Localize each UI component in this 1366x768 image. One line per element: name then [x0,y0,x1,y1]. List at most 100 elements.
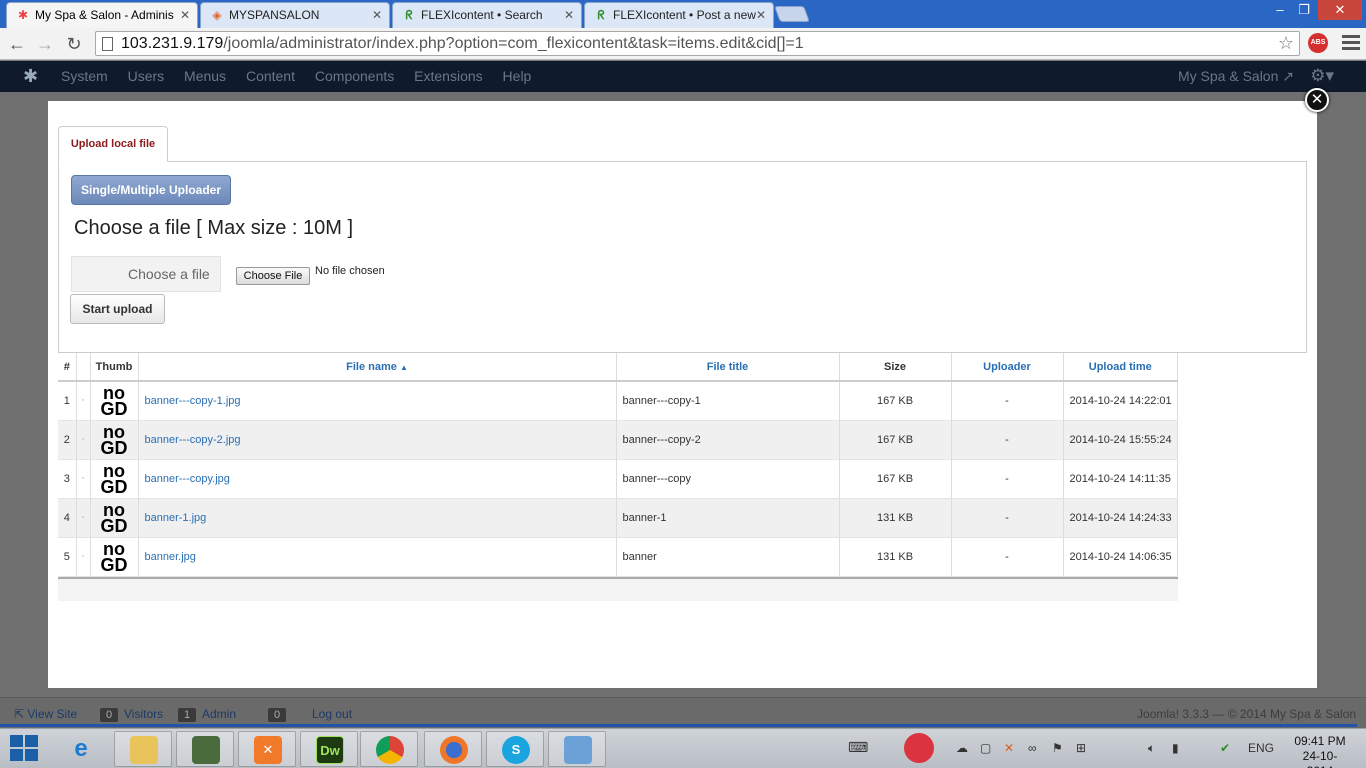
url-text[interactable]: 103.231.9.179/joomla/administrator/index… [121,34,804,54]
menu-menus[interactable]: Menus [184,68,226,84]
tab-upload-local-file[interactable]: Upload local file [58,126,168,162]
tray-app-icon[interactable]: ▢ [980,741,991,755]
file-name-link[interactable]: banner-1.jpg [138,498,617,538]
close-tab-icon[interactable]: ✕ [756,3,766,27]
col-filetitle-sort[interactable]: File title [616,353,840,382]
xampp-tray-icon[interactable]: ✕ [1004,741,1014,755]
taskbar-xampp[interactable]: ✕ [238,731,296,767]
browser-tab-myspansalon[interactable]: ◈ MYSPANSALON ✕ [200,2,390,28]
file-status-text: No file chosen [315,265,385,277]
footer-copyright: Joomla! 3.3.3 — © 2014 My Spa & Salon [1137,707,1356,721]
close-tab-icon[interactable]: ✕ [180,3,190,27]
row-select-icon[interactable]: ▫ [76,420,91,460]
language-indicator[interactable]: ENG [1248,741,1274,755]
row-select-icon[interactable]: ▫ [76,537,91,577]
view-site-link[interactable]: ⇱ View Site [14,707,77,721]
shield-icon[interactable]: ✔ [1220,741,1230,755]
windows-start-icon[interactable] [10,735,40,763]
taskbar-network-tool[interactable] [176,731,234,767]
volume-icon[interactable]: 🔈︎ [1148,741,1155,756]
forward-arrow-icon[interactable]: → [34,33,56,55]
keyboard-icon[interactable]: ⌨ [848,739,868,756]
alert-app-icon[interactable] [904,733,934,763]
visitors-count: 0 [100,708,118,722]
logout-link[interactable]: 0 Log out [268,707,352,722]
new-tab-button[interactable] [774,6,810,22]
choose-file-button[interactable]: Choose File [236,267,310,285]
back-arrow-icon[interactable]: ← [6,33,28,55]
address-bar[interactable]: 103.231.9.179/joomla/administrator/index… [95,31,1300,56]
col-size: Size [839,353,952,382]
taskbar-firefox[interactable] [424,731,482,767]
link-icon[interactable]: ∞ [1028,741,1037,755]
close-tab-icon[interactable]: ✕ [372,3,382,27]
taskbar-ie[interactable]: e [52,731,110,767]
visitors-link[interactable]: 0 Visitors [100,707,163,722]
row-select-icon[interactable]: ▫ [76,381,91,421]
taskbar-chrome[interactable] [360,731,418,767]
col-num: # [58,353,77,382]
file-name-link[interactable]: banner---copy-1.jpg [138,381,617,421]
clock[interactable]: 09:41 PM 24-10-2014 [1290,734,1350,768]
menu-users[interactable]: Users [128,68,165,84]
close-tab-icon[interactable]: ✕ [564,3,574,27]
bookmark-star-icon[interactable]: ☆ [1278,32,1294,55]
minimize-icon[interactable]: – [1268,0,1292,20]
admin-link[interactable]: 1 Admin [178,707,236,722]
dreamweaver-icon: Dw [316,736,344,764]
tab-title: My Spa & Salon - Adminis [35,8,174,22]
upload-modal: Upload local file Single/Multiple Upload… [48,101,1317,688]
maximize-icon[interactable]: ❐ [1292,0,1316,20]
xampp-icon: ✕ [254,736,282,764]
site-name-link[interactable]: My Spa & Salon ↗ [1178,68,1294,85]
table-row[interactable]: 4 ▫ no GD banner-1.jpg banner-1 131 KB - … [58,498,1178,538]
browser-tab-flexi-post[interactable]: ᖇ FLEXIcontent • Post a new ✕ [584,2,774,28]
flag-icon[interactable]: ⚑ [1052,741,1063,755]
menu-help[interactable]: Help [503,68,532,84]
table-row[interactable]: 3 ▫ no GD banner---copy.jpg banner---copy… [58,459,1178,499]
onedrive-icon[interactable]: ☁ [956,741,968,755]
col-thumb: Thumb [90,353,139,382]
file-uploader: - [951,459,1064,499]
browser-tab-admin[interactable]: ✱ My Spa & Salon - Adminis ✕ [6,2,198,29]
adblock-icon[interactable]: ABS [1308,33,1328,53]
reload-icon[interactable]: ↻ [63,33,85,55]
row-select-icon[interactable]: ▫ [76,498,91,538]
col-filename-sort[interactable]: File name ▲ [138,353,617,382]
browser-menu-icon[interactable] [1342,35,1360,51]
ie-icon: e [74,735,88,762]
file-uploader: - [951,498,1064,538]
power-icon[interactable]: ▮ [1172,741,1179,755]
multi-uploader-button[interactable]: Single/Multiple Uploader [71,175,231,205]
file-name-link[interactable]: banner.jpg [138,537,617,577]
taskbar-dreamweaver[interactable]: Dw [300,731,358,767]
tab-title: FLEXIcontent • Post a new [613,8,756,22]
row-number: 1 [58,381,77,421]
joomla-logo-icon[interactable]: ✱ [23,66,38,87]
start-upload-button[interactable]: Start upload [70,294,165,324]
menu-content[interactable]: Content [246,68,295,84]
taskbar-photo-viewer[interactable] [548,731,606,767]
close-window-icon[interactable]: ✕ [1318,0,1362,20]
row-select-icon[interactable]: ▫ [76,459,91,499]
taskbar-skype[interactable]: S [486,731,544,767]
col-uploadtime-sort[interactable]: Upload time [1063,353,1178,382]
taskbar-explorer[interactable] [114,731,172,767]
col-uploader-sort[interactable]: Uploader [951,353,1064,382]
file-name-link[interactable]: banner---copy-2.jpg [138,420,617,460]
file-name-link[interactable]: banner---copy.jpg [138,459,617,499]
browser-tab-flexi-search[interactable]: ᖇ FLEXIcontent • Search ✕ [392,2,582,28]
table-row[interactable]: 2 ▫ no GD banner---copy-2.jpg banner---co… [58,420,1178,460]
gear-icon[interactable]: ⚙▾ [1310,66,1334,86]
network-icon[interactable]: ⊞ [1076,741,1086,755]
close-modal-icon[interactable]: ✕ [1305,88,1329,112]
table-row[interactable]: 5 ▫ no GD banner.jpg banner 131 KB - 2014… [58,537,1178,577]
file-uploader: - [951,420,1064,460]
file-title: banner---copy-1 [616,381,840,421]
menu-components[interactable]: Components [315,68,394,84]
logout-count: 0 [268,708,286,722]
menu-system[interactable]: System [61,68,108,84]
upload-time: 2014-10-24 14:24:33 [1063,498,1178,538]
menu-extensions[interactable]: Extensions [414,68,482,84]
table-row[interactable]: 1 ▫ no GD banner---copy-1.jpg banner---co… [58,381,1178,421]
